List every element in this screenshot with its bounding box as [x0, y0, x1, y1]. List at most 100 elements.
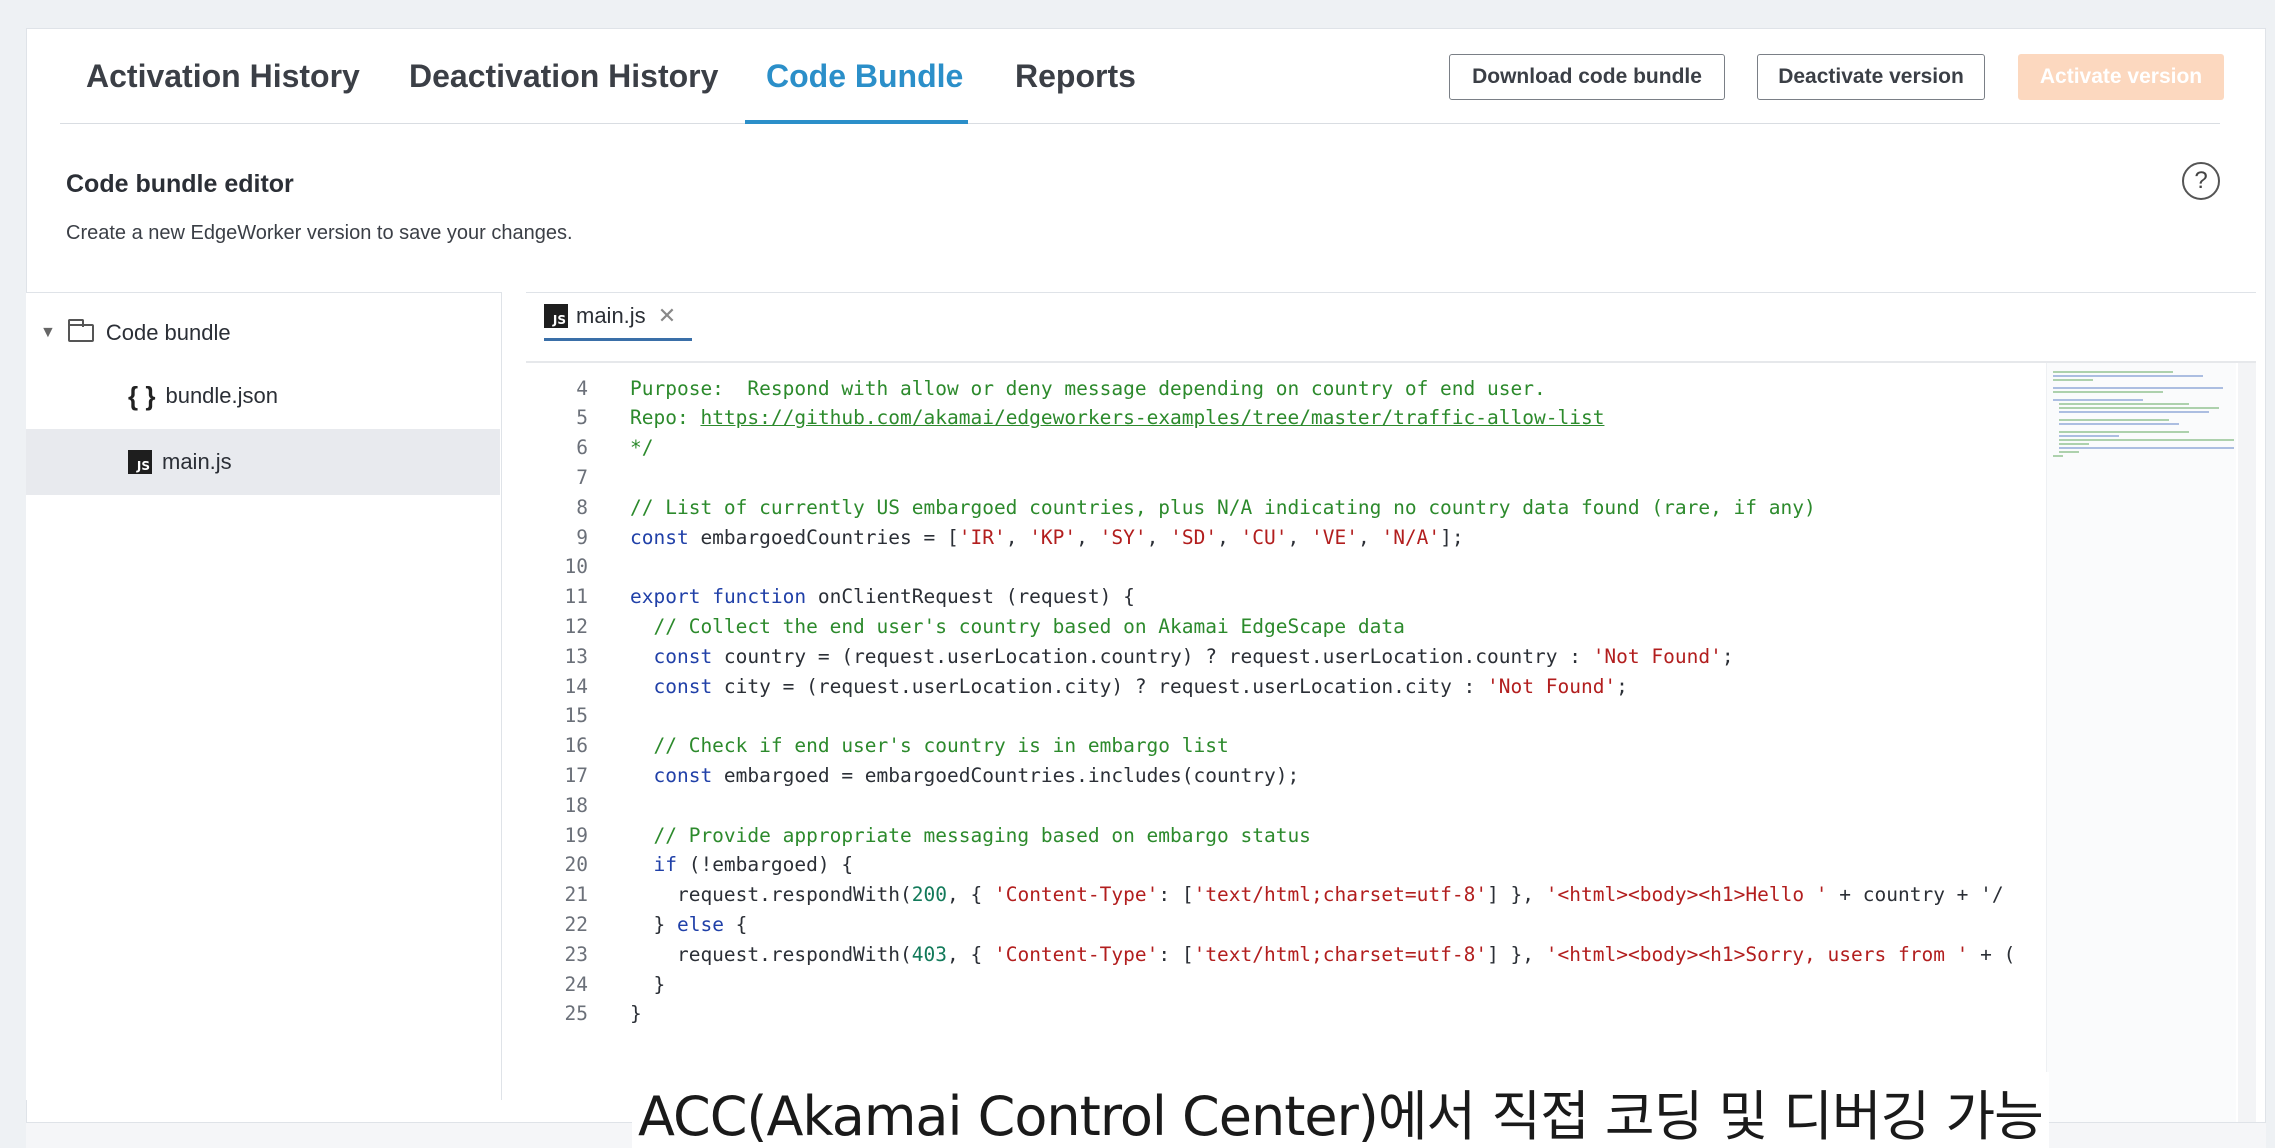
line-number: 22 — [564, 912, 588, 936]
line-number: 15 — [564, 704, 588, 728]
code-text: } — [630, 1002, 642, 1026]
code-line[interactable]: 8 // List of currently US embargoed count… — [526, 492, 2026, 522]
file-item-main-js[interactable]: JS main.js — [26, 429, 500, 495]
slide-caption: ACC(Akamai Control Center)에서 직접 코딩 및 디버깅… — [632, 1072, 2049, 1148]
minimap-line — [2053, 399, 2143, 401]
line-number: 12 — [564, 614, 588, 638]
deactivate-version-button[interactable]: Deactivate version — [1757, 54, 1985, 100]
tab-activation-history[interactable]: Activation History — [86, 58, 360, 95]
caret-down-icon[interactable]: ▼ — [40, 324, 56, 342]
line-number: 16 — [564, 734, 588, 758]
code-text: } else { — [630, 912, 748, 936]
code-editor: JS main.js ✕ 4 Purpose: Respond with allo… — [526, 292, 2256, 1123]
code-line[interactable]: 16 // Check if end user's country is in … — [526, 731, 2026, 761]
active-tab-indicator — [745, 120, 968, 124]
code-text: const embargoed = embargoedCountries.inc… — [653, 763, 1300, 787]
line-number: 24 — [564, 972, 588, 996]
help-icon[interactable]: ? — [2182, 162, 2220, 200]
minimap-line — [2053, 391, 2163, 393]
line-number: 9 — [576, 525, 588, 549]
code-line[interactable]: 20 if (!embargoed) { — [526, 850, 2026, 880]
js-file-icon: JS — [128, 450, 152, 474]
minimap-line — [2059, 403, 2189, 405]
tab-code-bundle[interactable]: Code Bundle — [766, 58, 963, 95]
code-text: // Provide appropriate messaging based o… — [630, 823, 1311, 847]
vertical-scrollbar[interactable] — [2238, 363, 2256, 1123]
file-item-label: bundle.json — [165, 383, 279, 408]
code-text: if (!embargoed) { — [653, 853, 854, 877]
line-number: 17 — [564, 763, 588, 787]
code-line[interactable]: 23 request.respondWith(403, { 'Content-T… — [526, 939, 2026, 969]
code-line[interactable]: 12 // Collect the end user's country bas… — [526, 611, 2026, 641]
minimap-line — [2059, 443, 2089, 445]
line-number: 14 — [564, 674, 588, 698]
tabstrip-divider — [526, 361, 2256, 363]
line-number: 23 — [564, 942, 588, 966]
code-line[interactable]: 15 — [526, 701, 2026, 731]
line-number: 21 — [564, 883, 588, 907]
js-file-icon: JS — [544, 303, 568, 328]
code-line[interactable]: 19 // Provide appropriate messaging base… — [526, 820, 2026, 850]
minimap-line — [2059, 411, 2209, 413]
tree-root-code-bundle[interactable]: ▼ Code bundle — [40, 313, 231, 353]
code-line[interactable]: 6 */ — [526, 433, 2026, 463]
tab-reports[interactable]: Reports — [1015, 58, 1136, 95]
code-text: // List of currently US embargoed countr… — [630, 495, 1816, 519]
download-code-bundle-button[interactable]: Download code bundle — [1449, 54, 1725, 100]
code-text: Repo: https://github.com/akamai/edgework… — [630, 406, 1605, 430]
line-number: 8 — [576, 495, 588, 519]
minimap-line — [2053, 455, 2063, 457]
code-line[interactable]: 17 const embargoed = embargoedCountries.… — [526, 760, 2026, 790]
file-item-label: main.js — [162, 449, 232, 474]
tree-root-label: Code bundle — [105, 320, 231, 345]
line-number: 5 — [576, 406, 588, 430]
minimap-line — [2053, 375, 2203, 377]
code-text: const city = (request.userLocation.city)… — [653, 674, 1628, 698]
editor-tab-label: main.js — [576, 302, 646, 328]
code-text: */ — [630, 436, 654, 460]
activate-version-button[interactable]: Activate version — [2018, 54, 2224, 100]
code-line[interactable]: 22 } else { — [526, 909, 2026, 939]
minimap-line — [2059, 451, 2079, 453]
code-line[interactable]: 11 export function onClientRequest (reque… — [526, 582, 2026, 612]
code-text: // Check if end user's country is in emb… — [630, 734, 1229, 758]
tab-deactivation-history[interactable]: Deactivation History — [409, 58, 718, 95]
code-text: Purpose: Respond with allow or deny mess… — [630, 376, 1546, 400]
code-line[interactable]: 5 Repo: https://github.com/akamai/edgewor… — [526, 403, 2026, 433]
minimap-line — [2053, 379, 2093, 381]
folder-icon — [67, 319, 94, 342]
minimap-line — [2053, 387, 2223, 389]
code-line[interactable]: 25} — [526, 999, 2026, 1029]
minimap-line — [2053, 371, 2173, 373]
code-line[interactable]: 24 } — [526, 969, 2026, 999]
line-number: 6 — [576, 436, 588, 460]
line-number: 20 — [564, 853, 588, 877]
file-item-bundle-json[interactable]: { } bundle.json — [26, 363, 500, 429]
code-text: const country = (request.userLocation.co… — [653, 644, 1734, 668]
line-number: 25 — [564, 1002, 588, 1026]
minimap-line — [2059, 431, 2189, 433]
editor-title: Code bundle editor — [66, 170, 294, 198]
code-text: } — [630, 972, 666, 996]
minimap-line — [2059, 435, 2119, 437]
code-line[interactable]: 14 const city = (request.userLocation.ci… — [526, 671, 2026, 701]
file-explorer: ▼ Code bundle { } bundle.json JS main.js — [26, 292, 502, 1100]
code-line[interactable]: 4 Purpose: Respond with allow or deny mes… — [526, 373, 2026, 403]
code-line[interactable]: 21 request.respondWith(200, { 'Content-T… — [526, 880, 2026, 910]
minimap-line — [2059, 423, 2179, 425]
minimap-line — [2059, 407, 2219, 409]
code-line[interactable]: 7 — [526, 462, 2026, 492]
code-line[interactable]: 9 const embargoedCountries = ['IR', 'KP',… — [526, 522, 2026, 552]
code-line[interactable]: 18 — [526, 790, 2026, 820]
editor-tab-main-js[interactable]: JS main.js ✕ — [544, 293, 693, 341]
code-text: request.respondWith(200, { 'Content-Type… — [630, 883, 2004, 907]
close-icon[interactable]: ✕ — [658, 303, 676, 329]
minimap[interactable] — [2046, 363, 2236, 1123]
code-line[interactable]: 10 — [526, 552, 2026, 582]
line-number: 13 — [564, 644, 588, 668]
code-text: const embargoedCountries = ['IR', 'KP', … — [630, 525, 1464, 549]
code-text: // Collect the end user's country based … — [630, 614, 1405, 638]
code-area[interactable]: 4 Purpose: Respond with allow or deny mes… — [526, 373, 2026, 1133]
code-line[interactable]: 13 const country = (request.userLocation… — [526, 641, 2026, 671]
minimap-line — [2059, 419, 2169, 421]
